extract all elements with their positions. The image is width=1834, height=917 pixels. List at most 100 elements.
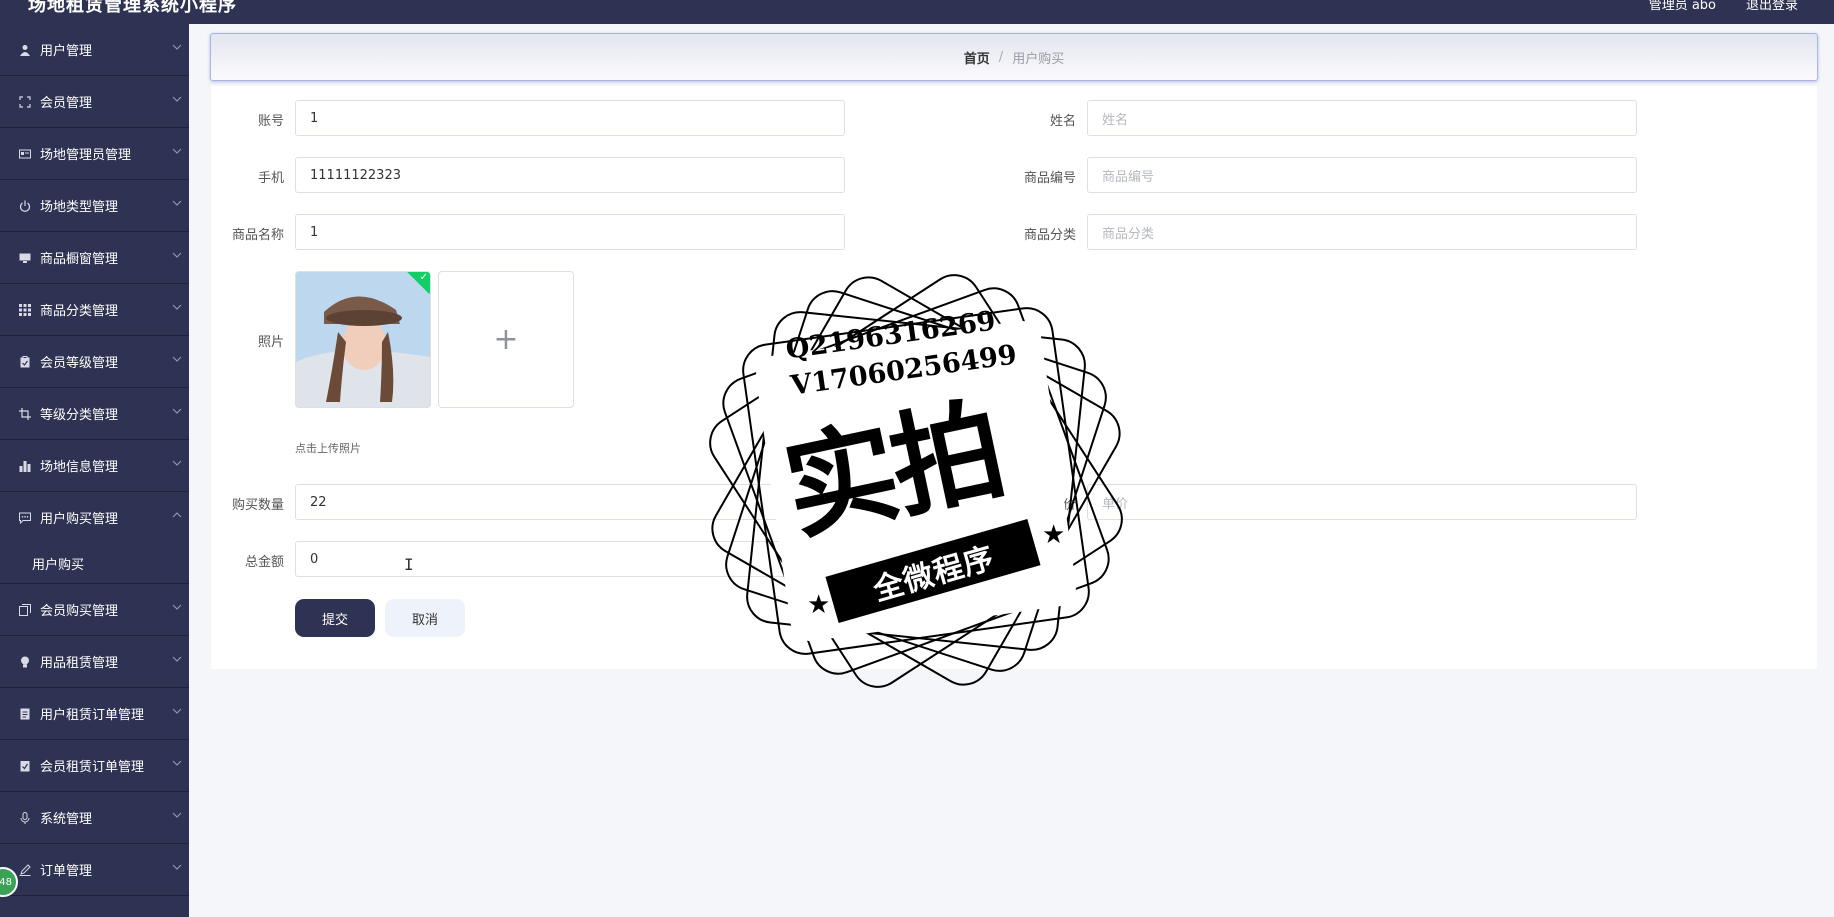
sidebar-item-label: 场地类型管理 [40,200,119,215]
chat-icon [18,511,32,525]
sidebar-item-member-purchase[interactable]: 会员购买管理 [0,584,189,636]
copy-icon [18,603,32,617]
account-input[interactable]: 1 [295,100,845,136]
chevron-down-icon [172,460,182,466]
account-label: 账号 [257,114,284,129]
sidebar-item-label: 用户管理 [40,44,93,59]
chevron-down-icon [172,252,182,258]
logout-button[interactable]: 退出登录 [1746,0,1798,13]
quantity-label: 购买数量 [231,498,284,513]
sidebar-item-label: 会员等级管理 [40,356,119,371]
grid-icon [18,303,32,317]
sidebar-item-label: 用户租赁订单管理 [40,708,145,723]
sidebar-item-member-rental-order[interactable]: 会员租赁订单管理 [0,740,189,792]
phone-input[interactable]: 11111122323 [295,157,845,193]
uploaded-photo[interactable]: ✓ [295,271,431,408]
chevron-down-icon [172,656,182,662]
chevron-down-icon [172,812,182,818]
sidebar-item-product-category[interactable]: 商品分类管理 [0,284,189,336]
chevron-down-icon [172,44,182,50]
power-icon [18,199,32,213]
sidebar-item-label: 会员购买管理 [40,604,119,619]
sidebar-item-order[interactable]: 订单管理 [0,844,189,896]
sidebar-item-label: 会员管理 [40,96,93,111]
sidebar-item-member-level[interactable]: 会员等级管理 [0,336,189,388]
sidebar-item-label: 商品橱窗管理 [40,252,119,267]
sidebar-item-label: 订单管理 [40,864,93,879]
chevron-down-icon [172,148,182,154]
sidebar-item-product-window[interactable]: 商品橱窗管理 [0,232,189,284]
sidebar-item-user[interactable]: 用户管理 [0,24,189,76]
bulb-icon [18,655,32,669]
sidebar-item-level-category[interactable]: 等级分类管理 [0,388,189,440]
text-cursor-icon: I [404,555,414,574]
phone-label: 手机 [257,171,284,186]
breadcrumb: 首页 / 用户购买 [210,33,1818,81]
id-card-icon [18,147,32,161]
user-label: 管理员 abo [1648,0,1716,13]
expand-icon [18,95,32,109]
product-name-input[interactable]: 1 [295,214,845,250]
chevron-down-icon [172,760,182,766]
plus-icon: + [493,322,519,357]
chevron-down-icon [172,604,182,610]
chevron-down-icon [172,864,182,870]
sidebar-item-venue-type[interactable]: 场地类型管理 [0,180,189,232]
upload-photo-button[interactable]: + [438,271,574,408]
sidebar-item-label: 用品租赁管理 [40,656,119,671]
sidebar-subitem-user-purchase[interactable]: 用户购买 [0,543,189,584]
sidebar-item-goods-rental[interactable]: 用品租赁管理 [0,636,189,688]
sidebar-item-label: 场地信息管理 [40,460,119,475]
star-icon: ★ [807,590,831,620]
user-icon [18,43,32,57]
sidebar-item-system[interactable]: 系统管理 [0,792,189,844]
sidebar-item-user-rental-order[interactable]: 用户租赁订单管理 [0,688,189,740]
app-title: 场地租赁管理系统小程序 [28,0,237,16]
chevron-down-icon [172,356,182,362]
sidebar-item-label: 等级分类管理 [40,408,119,423]
microphone-icon [18,811,32,825]
sidebar-item-member[interactable]: 会员管理 [0,76,189,128]
top-bar: 场地租赁管理系统小程序 管理员 abo 退出登录 [0,0,1834,24]
sidebar: 用户管理 会员管理 场地管理员管理 场地类型管理 商品橱窗管理 商品分类管理 会… [0,24,189,917]
sidebar-item-label: 用户购买管理 [40,512,119,527]
upload-hint: 点击上传照片 [295,442,361,455]
star-icon: ★ [1042,520,1066,550]
checklist-icon [18,759,32,773]
cancel-button[interactable]: 取消 [385,599,465,637]
product-category-input[interactable]: 商品分类 [1087,214,1637,250]
sidebar-item-label: 会员租赁订单管理 [40,760,145,775]
chevron-up-icon [172,512,182,518]
unit-price-input[interactable]: 单价 [1087,484,1637,520]
sidebar-item-label: 场地管理员管理 [40,148,132,163]
check-icon: ✓ [419,272,428,283]
chevron-down-icon [172,708,182,714]
sidebar-item-venue-admin[interactable]: 场地管理员管理 [0,128,189,180]
photo-thumbnail-image [296,272,430,407]
total-label: 总金额 [244,555,284,570]
sidebar-item-user-purchase[interactable]: 用户购买管理 [0,492,189,543]
product-category-label: 商品分类 [1023,228,1076,243]
product-name-label: 商品名称 [231,228,284,243]
clipboard-icon [18,355,32,369]
monitor-icon [18,251,32,265]
product-code-label: 商品编号 [1023,171,1076,186]
bar-chart-icon [18,459,32,473]
breadcrumb-current: 用户购买 [1012,51,1065,67]
chevron-down-icon [172,304,182,310]
product-code-input[interactable]: 商品编号 [1087,157,1637,193]
crop-icon [18,407,32,421]
chevron-down-icon [172,96,182,102]
chevron-down-icon [172,200,182,206]
breadcrumb-separator: / [998,49,1004,65]
submit-button[interactable]: 提交 [295,599,375,637]
sidebar-item-label: 商品分类管理 [40,304,119,319]
photo-label: 照片 [257,335,284,350]
sidebar-item-venue-info[interactable]: 场地信息管理 [0,440,189,492]
edit-icon [18,863,32,877]
breadcrumb-home[interactable]: 首页 [964,48,990,67]
watermark-stamp: Q2196316269 V17060256499 实拍 全微程序 ★ ★ [700,265,1132,697]
name-input[interactable]: 姓名 [1087,100,1637,136]
document-icon [18,707,32,721]
chevron-down-icon [172,408,182,414]
